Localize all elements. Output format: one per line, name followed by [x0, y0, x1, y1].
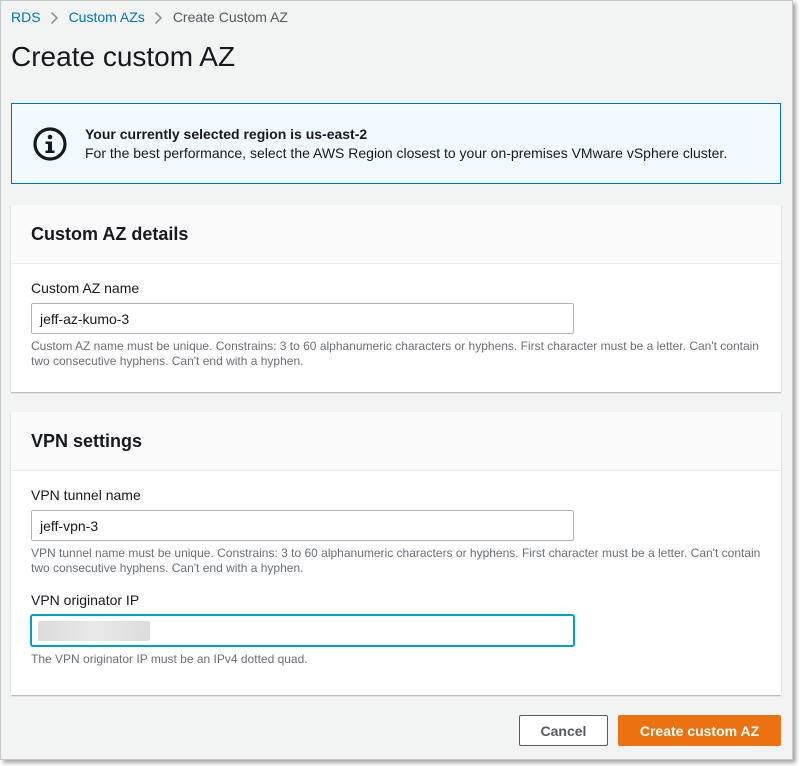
vpn-originator-ip-label: VPN originator IP	[31, 592, 140, 608]
breadcrumb: RDS Custom AZs Create Custom AZ	[11, 9, 288, 25]
vpn-settings-panel: VPN settings VPN tunnel name jeff-vpn-3 …	[11, 412, 781, 695]
vpn-tunnel-name-hint: VPN tunnel name must be unique. Constrai…	[31, 546, 761, 575]
redacted-value	[38, 620, 150, 641]
custom-az-name-label: Custom AZ name	[31, 280, 140, 296]
chevron-right-icon	[41, 9, 69, 25]
alert-message: For the best performance, select the AWS…	[85, 144, 728, 161]
breadcrumb-current: Create Custom AZ	[172, 9, 288, 26]
panel-header: Custom AZ details	[11, 205, 781, 264]
chevron-right-icon	[145, 9, 173, 25]
breadcrumb-rds-link[interactable]: RDS	[11, 9, 41, 25]
vpn-originator-ip-input[interactable]	[31, 615, 574, 646]
alert-title: Your currently selected region is us-eas…	[85, 125, 368, 142]
breadcrumb-custom-azs-link[interactable]: Custom AZs	[69, 9, 145, 25]
page-frame: RDS Custom AZs Create Custom AZ Create c…	[0, 0, 793, 760]
cancel-button[interactable]: Cancel	[519, 715, 608, 746]
vpn-originator-ip-hint: The VPN originator IP must be an IPv4 do…	[31, 652, 308, 666]
custom-az-name-input[interactable]: jeff-az-kumo-3	[31, 303, 574, 334]
info-icon	[32, 126, 68, 162]
vpn-tunnel-name-input[interactable]: jeff-vpn-3	[31, 510, 574, 541]
panel-header: VPN settings	[11, 412, 781, 471]
custom-az-name-hint: Custom AZ name must be unique. Constrain…	[31, 339, 759, 368]
region-info-alert: Your currently selected region is us-eas…	[11, 103, 781, 184]
create-custom-az-button[interactable]: Create custom AZ	[618, 715, 781, 746]
vpn-tunnel-name-label: VPN tunnel name	[31, 487, 141, 503]
custom-az-details-panel: Custom AZ details Custom AZ name jeff-az…	[11, 205, 781, 392]
page-title: Create custom AZ	[11, 41, 236, 72]
